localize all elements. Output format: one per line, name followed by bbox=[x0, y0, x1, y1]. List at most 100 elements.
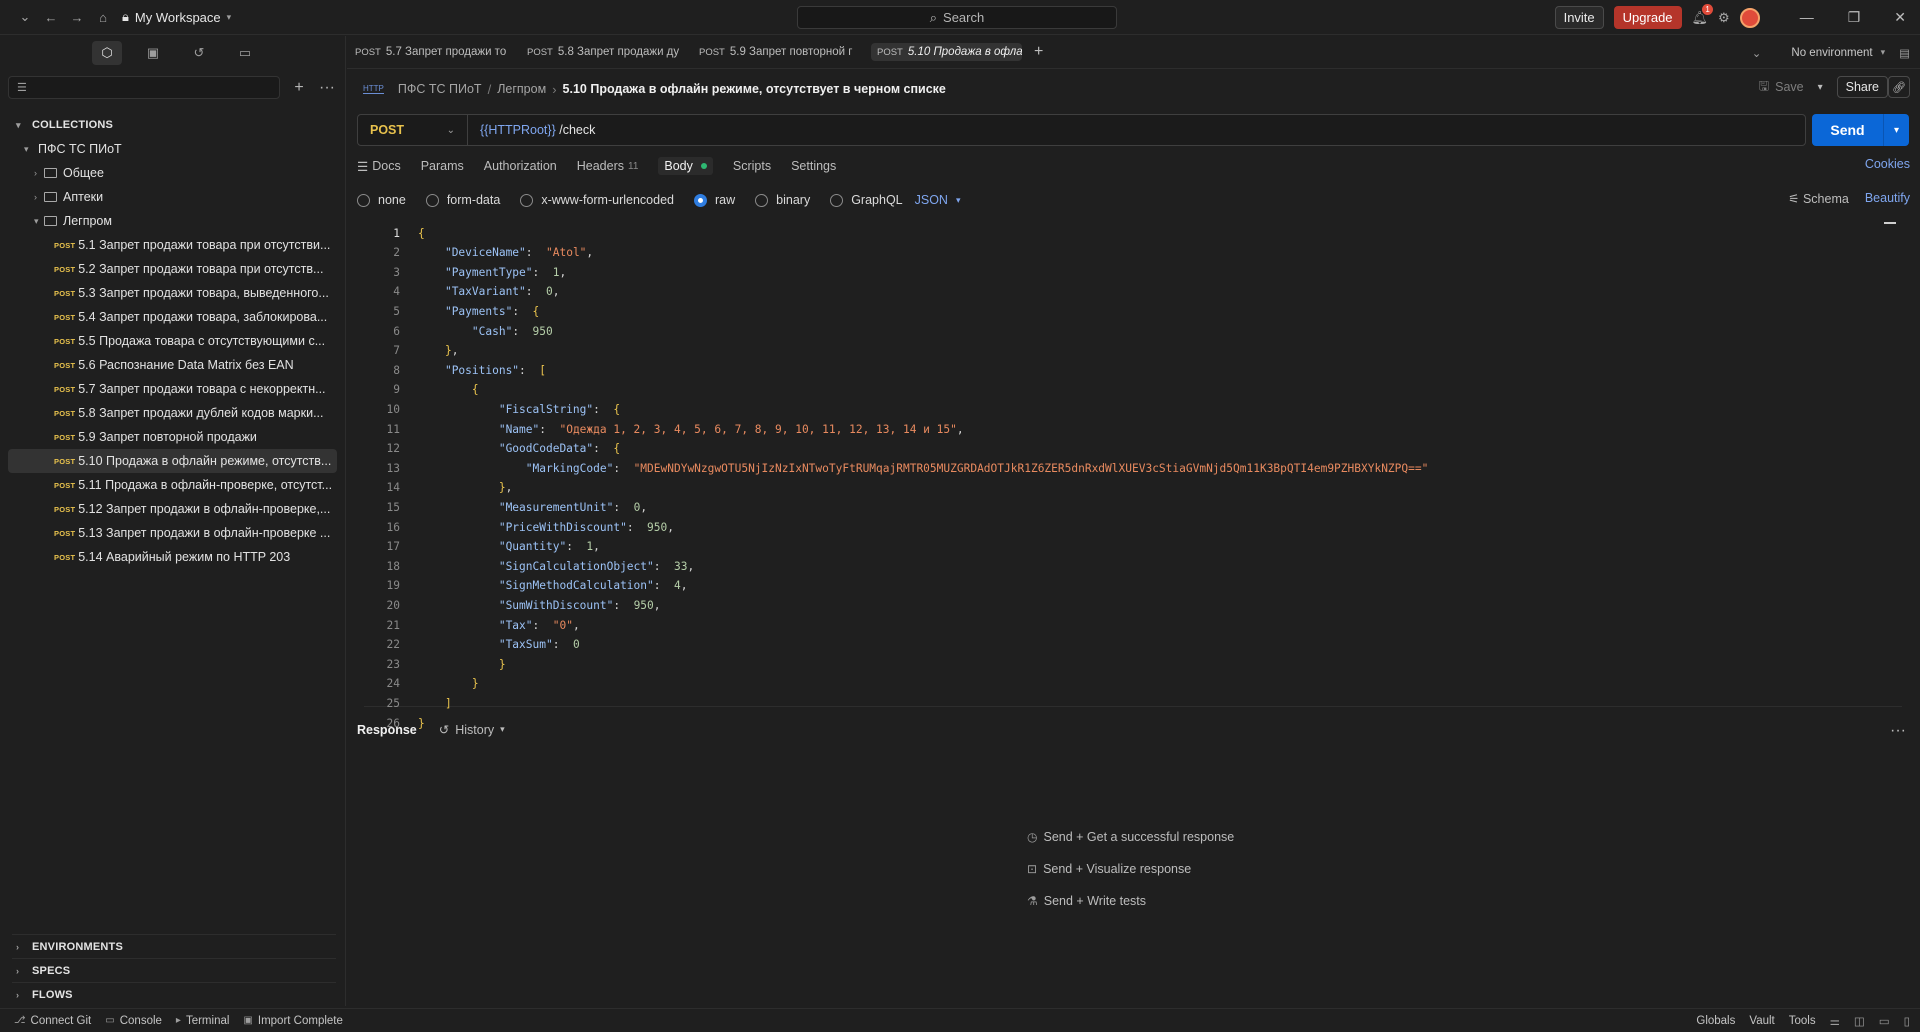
console-button[interactable]: ▭ Console bbox=[105, 1015, 162, 1027]
specs-section-header[interactable]: › SPECS bbox=[12, 958, 336, 982]
radio-circle bbox=[520, 193, 534, 207]
editor-scrollbar[interactable] bbox=[1884, 222, 1896, 224]
import-complete-status[interactable]: ▣ Import Complete bbox=[243, 1015, 342, 1027]
sidebar-request-item[interactable]: POST 5.8 Запрет продажи дублей кодов марк… bbox=[0, 401, 337, 425]
close-icon[interactable]: ✕ bbox=[1894, 9, 1906, 26]
vault-button[interactable]: Vault bbox=[1749, 1015, 1774, 1027]
code-editor[interactable]: 1{2 "DeviceName": "Atol", 3 "PaymentType"… bbox=[364, 222, 1902, 730]
sidebar-request-item[interactable]: POST 5.10 Продажа в офлайн режиме, отсутс… bbox=[8, 449, 337, 473]
share-button[interactable]: Share bbox=[1836, 76, 1888, 98]
tab-scripts[interactable]: Scripts bbox=[733, 159, 771, 173]
sidebar-request-item[interactable]: POST 5.9 Запрет повторной продажи bbox=[0, 425, 337, 449]
collection-item[interactable]: ▾ ПФС ТС ПИоТ bbox=[0, 137, 345, 161]
tab-params[interactable]: Params bbox=[421, 159, 464, 173]
radio-binary[interactable]: binary bbox=[755, 193, 810, 207]
environments-icon[interactable]: ▣ bbox=[138, 41, 168, 65]
tab-request[interactable]: POST 5.7 Запрет продажи то bbox=[347, 36, 519, 69]
radio-graphql[interactable]: GraphQL bbox=[830, 193, 903, 207]
history-dropdown[interactable]: ↺ History ▾ bbox=[439, 722, 505, 738]
avatar[interactable] bbox=[1739, 7, 1760, 28]
send-options-chevron-icon[interactable]: ▾ bbox=[1883, 114, 1909, 146]
sidebar-request-item[interactable]: POST 5.5 Продажа товара с отсутствующими … bbox=[0, 329, 337, 353]
environments-section-header[interactable]: › ENVIRONMENTS bbox=[12, 934, 336, 958]
back-arrow-icon[interactable]: ← bbox=[40, 6, 62, 28]
environment-quicklook-icon[interactable]: ▤ bbox=[1899, 46, 1910, 60]
files-folder-icon[interactable]: ▭ bbox=[230, 41, 260, 65]
minimize-icon[interactable]: — bbox=[1800, 9, 1814, 26]
menu-chevron-icon[interactable]: ⌄ bbox=[14, 6, 36, 28]
sidebar-request-item[interactable]: POST 5.12 Запрет продажи в офлайн-проверк… bbox=[0, 497, 337, 521]
tab-authorization[interactable]: Authorization bbox=[484, 159, 557, 173]
tabs-overflow-chevron-icon[interactable]: ⌄ bbox=[1752, 46, 1762, 60]
tab-body[interactable]: Body bbox=[658, 157, 713, 175]
method-select[interactable]: POST ⌄ bbox=[358, 115, 468, 145]
breadcrumb-collection[interactable]: ПФС ТС ПИоТ bbox=[398, 82, 482, 96]
sidebar-request-item[interactable]: POST 5.11 Продажа в офлайн-проверке, отсу… bbox=[0, 473, 337, 497]
radio-none[interactable]: none bbox=[357, 193, 406, 207]
tab-request[interactable]: POST 5.9 Запрет повторной г bbox=[691, 36, 863, 69]
collections-section-header[interactable]: ▾ COLLECTIONS bbox=[0, 113, 345, 137]
settings-gear-icon[interactable]: ⚙ bbox=[1718, 10, 1730, 26]
sidebar-request-item[interactable]: POST 5.4 Запрет продажи товара, заблокиро… bbox=[0, 305, 337, 329]
copy-link-icon[interactable]: 🔗︎ bbox=[1888, 76, 1910, 98]
code-token: : bbox=[566, 540, 587, 554]
sidebar-request-item[interactable]: POST 5.7 Запрет продажи товара с некоррек… bbox=[0, 377, 337, 401]
restore-icon[interactable]: ❐ bbox=[1848, 9, 1861, 26]
folder-item[interactable]: ▾ Легпром bbox=[0, 209, 345, 233]
sidebar-more-icon[interactable]: ··· bbox=[318, 79, 336, 97]
layout-right-pane-icon[interactable]: ▯ bbox=[1904, 1014, 1910, 1028]
save-button[interactable]: 🖫︎ Save bbox=[1758, 77, 1803, 98]
sidebar-filter-input[interactable]: ☰ bbox=[8, 76, 280, 99]
settings-sliders-icon[interactable]: ⚌ bbox=[1830, 1014, 1840, 1028]
tab-settings[interactable]: Settings bbox=[791, 159, 836, 173]
upgrade-button[interactable]: Upgrade bbox=[1613, 6, 1682, 29]
tab-headers[interactable]: Headers 11 bbox=[577, 159, 639, 173]
hint-text: Send + Write tests bbox=[1043, 894, 1147, 908]
beautify-button[interactable]: Beautify bbox=[1865, 191, 1910, 206]
tab-docs[interactable]: ☰ Docs bbox=[357, 159, 401, 174]
notifications-bell-icon[interactable]: 🔔︎ 1 bbox=[1692, 3, 1714, 26]
layout-two-pane-icon[interactable]: ◫ bbox=[1854, 1014, 1865, 1028]
sidebar-request-item[interactable]: POST 5.6 Распознание Data Matrix без EAN bbox=[0, 353, 337, 377]
terminal-button[interactable]: ▸ Terminal bbox=[176, 1015, 230, 1027]
global-search[interactable]: ⌕ Search bbox=[797, 6, 1117, 29]
sidebar-request-item[interactable]: POST 5.2 Запрет продажи товара при отсутс… bbox=[0, 257, 337, 281]
workspace-switcher[interactable]: 🔒︎ My Workspace ▾ bbox=[122, 9, 231, 25]
breadcrumb-folder[interactable]: Легпром bbox=[497, 82, 546, 96]
response-more-icon[interactable]: ··· bbox=[1890, 722, 1906, 740]
flows-section-header[interactable]: › FLOWS bbox=[12, 982, 336, 1006]
status-label: Terminal bbox=[185, 1014, 230, 1027]
tab-request-active[interactable]: POST 5.10 Продажа в офлайн bbox=[863, 36, 1030, 69]
sidebar-request-item[interactable]: POST 5.13 Запрет продажи в офлайн-проверк… bbox=[0, 521, 337, 545]
invite-button[interactable]: Invite bbox=[1554, 6, 1604, 29]
folder-item[interactable]: › Аптеки bbox=[0, 185, 345, 209]
collections-icon[interactable]: ⬡ bbox=[92, 40, 122, 65]
layout-bottom-pane-icon[interactable]: ▭ bbox=[1879, 1014, 1890, 1028]
radio-urlencoded[interactable]: x-www-form-urlencoded bbox=[520, 193, 674, 207]
schema-button[interactable]: ⚟ Schema bbox=[1788, 191, 1849, 206]
cookies-link[interactable]: Cookies bbox=[1865, 157, 1910, 171]
globals-button[interactable]: Globals bbox=[1696, 1015, 1735, 1027]
request-title[interactable]: 5.10 Продажа в офлайн режиме, отсутствуе… bbox=[563, 82, 946, 96]
send-button[interactable]: Send bbox=[1812, 114, 1883, 146]
sidebar-request-item[interactable]: POST 5.3 Запрет продажи товара, выведенно… bbox=[0, 281, 337, 305]
home-icon[interactable]: ⌂ bbox=[92, 6, 114, 28]
sidebar-request-item[interactable]: POST 5.1 Запрет продажи товара при отсутс… bbox=[0, 233, 337, 257]
folder-item[interactable]: › Общее bbox=[0, 161, 345, 185]
save-options-chevron-icon[interactable]: ▾ bbox=[1818, 82, 1823, 93]
history-icon[interactable]: ↺ bbox=[184, 41, 214, 65]
url-input[interactable]: {{HTTPRoot}} /check bbox=[468, 123, 595, 137]
response-title[interactable]: Response bbox=[357, 723, 417, 737]
connect-git-button[interactable]: ⎇ Connect Git bbox=[14, 1015, 91, 1027]
environment-selector[interactable]: No environment ▾ bbox=[1791, 47, 1885, 59]
tab-request[interactable]: POST 5.8 Запрет продажи ду bbox=[519, 36, 691, 69]
radio-raw[interactable]: raw bbox=[694, 193, 735, 207]
sidebar-request-item[interactable]: POST 5.14 Аварийный режим по HTTP 203 bbox=[0, 545, 337, 569]
new-tab-button[interactable]: + bbox=[1034, 43, 1043, 61]
radio-form-data[interactable]: form-data bbox=[425, 193, 500, 207]
add-collection-button[interactable]: + bbox=[290, 79, 308, 97]
format-select[interactable]: JSON ▾ bbox=[915, 193, 961, 207]
forward-arrow-icon[interactable]: → bbox=[66, 6, 88, 28]
tools-button[interactable]: Tools bbox=[1789, 1015, 1816, 1027]
